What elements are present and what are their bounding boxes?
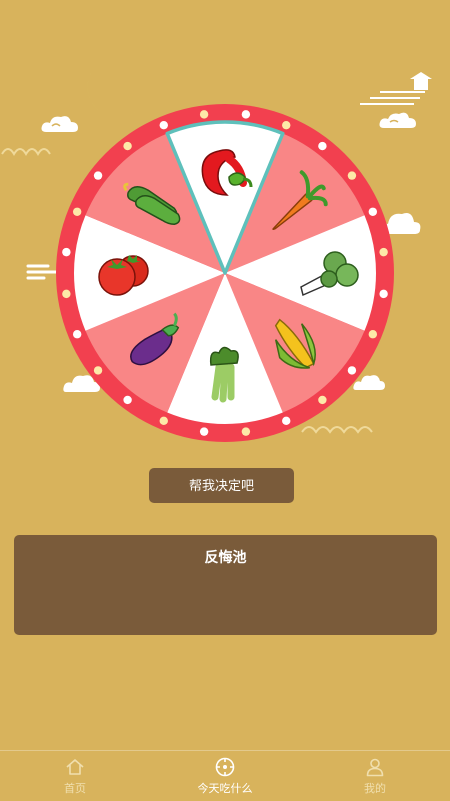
rim-light	[123, 395, 132, 405]
compass-icon	[215, 757, 235, 777]
rim-light	[318, 395, 327, 405]
rim-light	[123, 141, 132, 151]
tab-what-to-eat[interactable]: 今天吃什么	[150, 751, 300, 801]
rim-light	[159, 416, 168, 426]
rim-light	[159, 120, 168, 130]
tab-mine[interactable]: 我的	[300, 751, 450, 801]
tab-what-to-eat-label: 今天吃什么	[197, 782, 253, 795]
rim-light	[93, 366, 103, 375]
wheel-graphic	[56, 104, 394, 442]
tab-home[interactable]: 首页	[0, 751, 150, 801]
rim-light	[72, 330, 82, 339]
rim-light	[62, 247, 71, 257]
decide-button[interactable]: 帮我决定吧	[149, 468, 294, 503]
tab-mine-label: 我的	[364, 782, 386, 795]
rim-light	[199, 427, 209, 436]
wave-decoration	[1, 148, 51, 156]
tab-home-label: 首页	[64, 782, 86, 795]
regret-pool-panel: 反悔池	[14, 535, 437, 635]
prize-wheel[interactable]	[56, 104, 394, 442]
user-icon	[366, 758, 384, 777]
home-icon	[66, 759, 84, 775]
rim-light	[379, 247, 388, 257]
rim-light	[347, 366, 357, 375]
rim-light	[241, 427, 251, 436]
rim-light	[241, 110, 251, 119]
rim-light	[368, 207, 378, 216]
rim-light	[199, 110, 209, 119]
rim-light	[347, 171, 357, 180]
rim-light	[93, 171, 103, 180]
rim-light	[282, 120, 291, 130]
celery-icon	[209, 346, 239, 403]
bottom-tab-bar: 首页 今天吃什么 我的	[0, 750, 450, 801]
rim-light	[282, 416, 291, 426]
rim-light	[62, 289, 71, 299]
rim-light	[72, 207, 82, 216]
rim-light	[368, 330, 378, 339]
rim-light	[318, 141, 327, 151]
rim-light	[379, 289, 388, 299]
regret-pool-title: 反悔池	[204, 550, 247, 566]
